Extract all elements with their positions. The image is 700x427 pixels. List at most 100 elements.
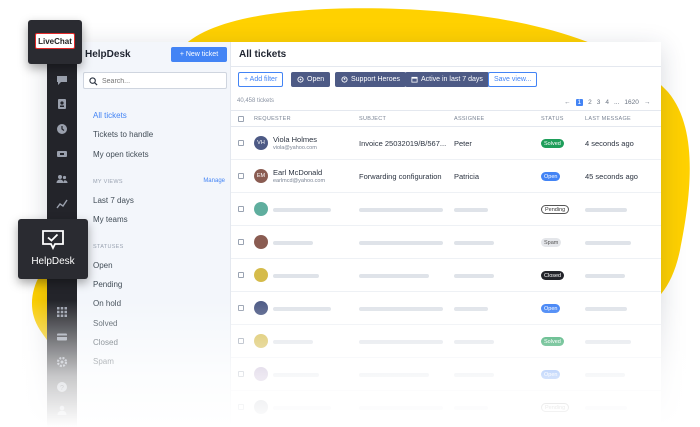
page-title: All tickets <box>239 49 287 60</box>
next-page-icon[interactable]: → <box>644 99 651 106</box>
placeholder-bar <box>454 208 488 212</box>
chat-icon[interactable] <box>56 74 68 86</box>
placeholder-bar <box>273 406 331 410</box>
chart-icon[interactable] <box>56 198 68 210</box>
col-requester[interactable]: REQUESTER <box>254 116 291 122</box>
status-badge: Open <box>541 304 561 313</box>
help-icon[interactable]: ? <box>56 381 68 393</box>
sidebar-item-on-hold[interactable]: On hold <box>93 299 121 308</box>
page-2[interactable]: 2 <box>588 99 592 106</box>
manage-link[interactable]: Manage <box>203 178 225 184</box>
row-checkbox[interactable] <box>238 173 244 179</box>
sidebar-item-last-7-days[interactable]: Last 7 days <box>93 196 134 205</box>
apps-icon[interactable] <box>56 306 68 318</box>
sidebar-item-tickets-to-handle[interactable]: Tickets to handle <box>93 130 153 139</box>
last-message: 4 seconds ago <box>585 139 634 148</box>
filter-open-chip[interactable]: Open <box>291 72 331 87</box>
placeholder-bar <box>359 340 443 344</box>
prev-page-icon[interactable]: ← <box>564 99 571 106</box>
page-ellipsis: ... <box>614 98 620 106</box>
billing-icon[interactable] <box>56 331 68 343</box>
page-1[interactable]: 1 <box>575 98 584 106</box>
placeholder-bar <box>454 307 488 311</box>
placeholder-bar <box>273 208 331 212</box>
sidebar-item-spam[interactable]: Spam <box>93 357 114 366</box>
last-message: 45 seconds ago <box>585 172 638 181</box>
requester-name: Earl McDonald <box>273 168 323 177</box>
new-ticket-button[interactable]: + New ticket <box>171 47 227 62</box>
placeholder-row: Solved <box>231 325 661 358</box>
ticket-icon[interactable] <box>56 148 68 160</box>
placeholder-bar <box>359 274 429 278</box>
select-all-checkbox[interactable] <box>238 116 244 122</box>
ticket-assignee: Peter <box>454 139 472 148</box>
settings-icon[interactable] <box>56 356 68 368</box>
placeholder-row: Spam <box>231 226 661 259</box>
main-panel: All tickets + Add filter Open Support He… <box>231 42 661 427</box>
col-status[interactable]: STATUS <box>541 116 564 122</box>
title-divider <box>231 66 661 67</box>
row-checkbox[interactable] <box>238 338 244 344</box>
page-4[interactable]: 4 <box>605 99 609 106</box>
search-input[interactable] <box>102 75 222 87</box>
filter-team-chip[interactable]: Support Heroes <box>335 72 407 87</box>
sidebar-item-closed[interactable]: Closed <box>93 338 118 347</box>
search-icon <box>89 77 98 86</box>
sidebar-item-open[interactable]: Open <box>93 261 113 270</box>
col-last-message[interactable]: LAST MESSAGE <box>585 116 631 122</box>
people-icon[interactable] <box>56 173 68 185</box>
placeholder-row: Pending <box>231 193 661 226</box>
status-badge: Spam <box>541 238 562 247</box>
status-badge: Closed <box>541 271 565 280</box>
row-checkbox[interactable] <box>238 305 244 311</box>
table-row[interactable]: EM Earl McDonald earlmcd@yahoo.com Forwa… <box>231 160 661 193</box>
row-checkbox[interactable] <box>238 206 244 212</box>
row-checkbox[interactable] <box>238 371 244 377</box>
page-last[interactable]: 1620 <box>624 99 638 106</box>
placeholder-row: Pending <box>231 391 661 424</box>
row-checkbox[interactable] <box>238 239 244 245</box>
add-filter-button[interactable]: + Add filter <box>238 72 284 87</box>
placeholder-bar <box>454 406 488 410</box>
row-checkbox[interactable] <box>238 404 244 410</box>
placeholder-bar <box>359 307 443 311</box>
clock-icon[interactable] <box>56 123 68 135</box>
filter-date-chip[interactable]: Active in last 7 days <box>405 72 489 87</box>
statuses-heading: STATUSES <box>93 244 124 250</box>
livechat-logo: LiveChat <box>35 33 75 49</box>
svg-text:?: ? <box>60 385 64 392</box>
status-badge: Open <box>541 370 561 379</box>
helpdesk-app: ? HelpDesk + New ticket All tickets Tick… <box>47 42 661 427</box>
save-view-label: Save view... <box>494 76 532 83</box>
avatar <box>254 367 268 381</box>
sidebar-item-my-open-tickets[interactable]: My open tickets <box>93 150 149 159</box>
sidebar-item-all-tickets[interactable]: All tickets <box>93 111 127 120</box>
col-assignee[interactable]: ASSIGNEE <box>454 116 485 122</box>
avatar <box>254 334 268 348</box>
placeholder-bar <box>454 241 494 245</box>
contact-icon[interactable] <box>56 98 68 110</box>
filter-open-label: Open <box>307 76 325 83</box>
row-checkbox[interactable] <box>238 272 244 278</box>
sidebar-item-my-teams[interactable]: My teams <box>93 215 128 224</box>
placeholder-bar <box>273 241 313 245</box>
user-icon[interactable] <box>56 404 68 416</box>
placeholder-bar <box>454 274 494 278</box>
search-box[interactable] <box>83 72 227 89</box>
team-icon <box>341 76 348 83</box>
placeholder-bar <box>454 373 494 377</box>
row-checkbox[interactable] <box>238 140 244 146</box>
placeholder-row: Closed <box>231 259 661 292</box>
status-badge: Solved <box>541 139 564 148</box>
col-subject[interactable]: SUBJECT <box>359 116 386 122</box>
avatar <box>254 268 268 282</box>
ticket-assignee: Patricia <box>454 172 480 181</box>
placeholder-bar <box>585 340 631 344</box>
sidebar-item-solved[interactable]: Solved <box>93 319 117 328</box>
placeholder-row: Open <box>231 292 661 325</box>
table-row[interactable]: VH Viola Holmes viola@yahoo.com Invoice … <box>231 127 661 160</box>
sidebar-item-pending[interactable]: Pending <box>93 280 122 289</box>
placeholder-bar <box>273 274 319 278</box>
save-view-button[interactable]: Save view... <box>488 72 538 87</box>
page-3[interactable]: 3 <box>597 99 601 106</box>
